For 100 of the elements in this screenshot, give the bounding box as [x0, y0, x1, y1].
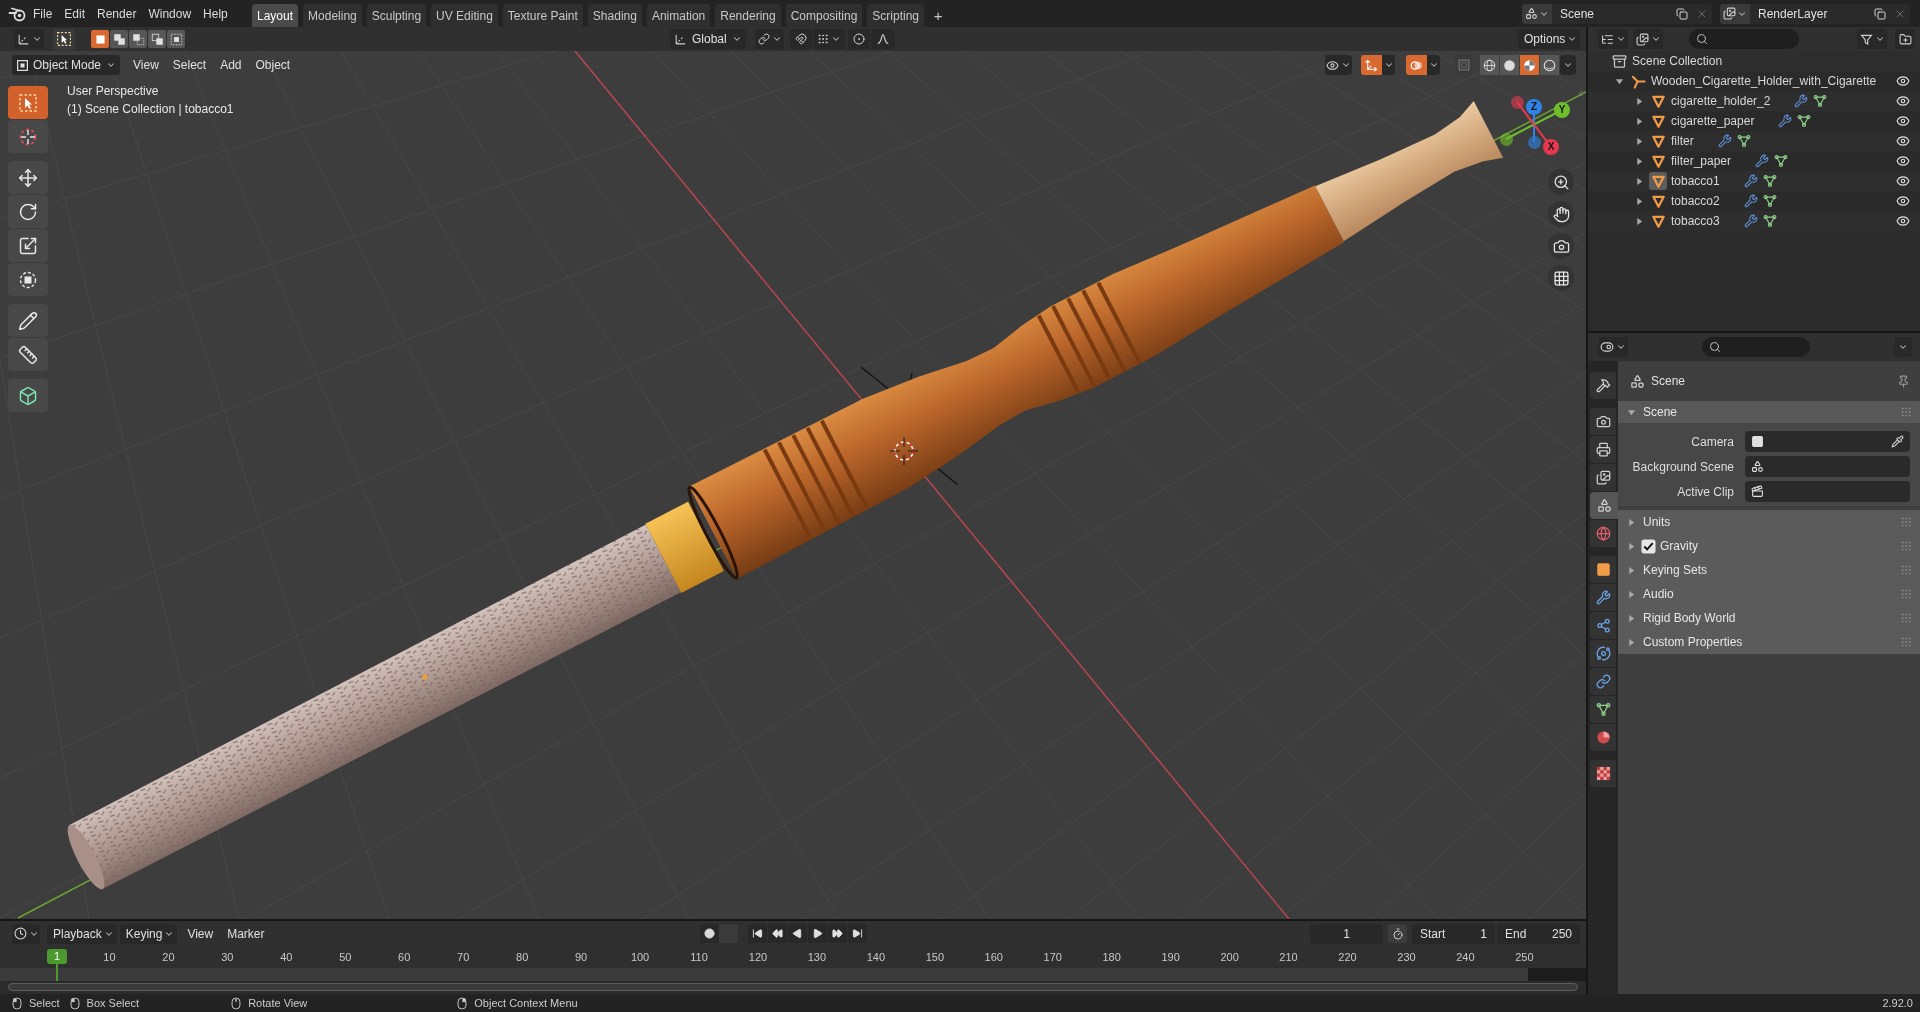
view-layer-selector-button[interactable] [1720, 3, 1750, 24]
menu-dropdown[interactable]: Playback [47, 923, 117, 944]
panel-header[interactable]: Keying Sets [1618, 558, 1920, 582]
properties-tab[interactable] [1590, 668, 1616, 695]
zoom-icon[interactable] [1548, 169, 1574, 195]
scene-field[interactable] [1745, 456, 1910, 477]
menu-item[interactable]: Edit [58, 2, 92, 25]
view-layer-name-field[interactable]: RenderLayer [1750, 3, 1870, 24]
object-field[interactable] [1745, 431, 1910, 452]
selection-mode-button[interactable] [129, 30, 147, 48]
snap-toggle[interactable] [790, 29, 812, 49]
expand-arrow-icon[interactable] [1627, 613, 1636, 623]
panel-header[interactable]: Units [1618, 510, 1920, 534]
workspace-tab[interactable]: Sculpting [366, 4, 427, 27]
menu-item[interactable]: Object [248, 55, 298, 75]
workspace-tab[interactable]: Shading [587, 4, 642, 27]
hand-icon[interactable] [1548, 201, 1574, 227]
panel-header[interactable]: Rigid Body World [1618, 606, 1920, 630]
search-field[interactable] [1689, 29, 1799, 49]
menu-item[interactable]: Window [142, 2, 198, 25]
properties-tab[interactable] [1590, 520, 1616, 547]
tool-button[interactable] [8, 86, 48, 119]
app-logo-icon[interactable] [8, 5, 27, 22]
3d-cursor-icon[interactable] [889, 436, 919, 466]
clip-field[interactable] [1745, 481, 1910, 502]
expand-arrow-icon[interactable] [1635, 216, 1644, 226]
shading-button[interactable] [1480, 55, 1499, 75]
filter-button[interactable] [1857, 29, 1887, 49]
expand-arrow-icon[interactable] [1627, 565, 1636, 575]
add-workspace-button[interactable]: + [929, 4, 948, 27]
preview-range-toggle[interactable] [1388, 924, 1407, 943]
expand-arrow-icon[interactable] [1635, 176, 1644, 186]
menu-item[interactable]: Render [91, 2, 143, 25]
tool-button[interactable] [8, 379, 48, 412]
current-frame-marker[interactable]: 1 [47, 949, 67, 964]
menu-item[interactable]: Add [213, 55, 249, 75]
tool-button[interactable] [8, 120, 48, 153]
properties-tab[interactable] [1590, 584, 1616, 611]
tool-button[interactable] [8, 161, 48, 194]
shading-button[interactable] [1520, 55, 1539, 75]
editor-type-button[interactable] [14, 29, 44, 49]
mode-dropdown[interactable]: Object Mode [12, 55, 120, 75]
expand-arrow-icon[interactable] [1635, 156, 1644, 166]
expand-arrow-icon[interactable] [1627, 517, 1636, 527]
panel-header[interactable]: Gravity [1618, 534, 1920, 558]
end-frame-field[interactable]: End 250 [1497, 923, 1580, 944]
expand-arrow-icon[interactable] [1627, 407, 1636, 417]
shading-button[interactable] [1500, 55, 1519, 75]
expand-arrow-icon[interactable] [1627, 541, 1636, 551]
eye-icon[interactable] [1896, 74, 1910, 88]
menu-item[interactable]: Help [197, 2, 234, 25]
checkbox[interactable] [1641, 538, 1656, 554]
grid-icon[interactable] [1548, 265, 1574, 291]
falloff-dropdown[interactable] [871, 29, 895, 49]
jump-start-button[interactable] [748, 924, 767, 943]
expand-arrow-icon[interactable] [1627, 637, 1636, 647]
previous-keyframe-button[interactable] [768, 924, 787, 943]
play-button[interactable] [808, 924, 827, 943]
panel-header[interactable]: Custom Properties [1618, 630, 1920, 654]
workspace-tab[interactable]: Layout [252, 4, 299, 27]
snap-target-dropdown[interactable] [813, 29, 845, 49]
current-frame-field[interactable]: 1 [1310, 923, 1383, 944]
properties-tab[interactable] [1590, 436, 1616, 463]
pin-icon[interactable] [1897, 374, 1910, 388]
workspace-tab[interactable]: Texture Paint [502, 4, 583, 27]
new-collection-button[interactable] [1895, 29, 1915, 49]
gizmo-axis-button[interactable]: X [1543, 139, 1559, 155]
gizmo-axis-button[interactable]: Y [1554, 102, 1570, 118]
properties-tab[interactable] [1590, 556, 1616, 583]
copy-icon[interactable] [1874, 7, 1886, 20]
workspace-tab[interactable]: Scripting [867, 4, 925, 27]
selection-mode-button[interactable] [110, 30, 128, 48]
eye-icon[interactable] [1896, 194, 1910, 208]
3d-viewport[interactable]: Object Mode View Select Add Object User Perspective (1) Scene Collection | tobacco1 Z Y X [0, 51, 1586, 919]
workspace-tab[interactable]: Animation [646, 4, 711, 27]
properties-tab[interactable] [1590, 640, 1616, 667]
expand-arrow-icon[interactable] [1635, 196, 1644, 206]
panel-header[interactable]: Scene [1618, 401, 1920, 423]
expand-arrow-icon[interactable] [1635, 96, 1644, 106]
properties-tab[interactable] [1590, 464, 1616, 491]
play-reverse-button[interactable] [788, 924, 807, 943]
eye-icon[interactable] [1896, 154, 1910, 168]
orientation-dropdown[interactable]: Global [670, 29, 746, 49]
menu-item[interactable]: View [180, 923, 221, 944]
properties-tab[interactable] [1590, 612, 1616, 639]
eye-icon[interactable] [1896, 94, 1910, 108]
expand-arrow-icon[interactable] [1615, 76, 1624, 86]
selection-mode-button[interactable] [167, 30, 185, 48]
visibility-dropdown[interactable] [1325, 55, 1352, 75]
properties-tab[interactable] [1590, 696, 1616, 723]
jump-end-button[interactable] [848, 924, 867, 943]
gizmo-toggle[interactable] [1361, 55, 1382, 75]
start-frame-field[interactable]: Start 1 [1412, 923, 1495, 944]
eyedropper-icon[interactable] [1891, 435, 1904, 448]
gizmo-axis-button[interactable]: Z [1526, 99, 1542, 115]
editor-type-button[interactable] [1598, 29, 1628, 49]
expand-arrow-icon[interactable] [1635, 136, 1644, 146]
timeline-scrollbar[interactable] [8, 982, 1578, 991]
selection-mode-button[interactable] [91, 30, 109, 48]
menu-dropdown[interactable]: Keying [119, 923, 178, 944]
